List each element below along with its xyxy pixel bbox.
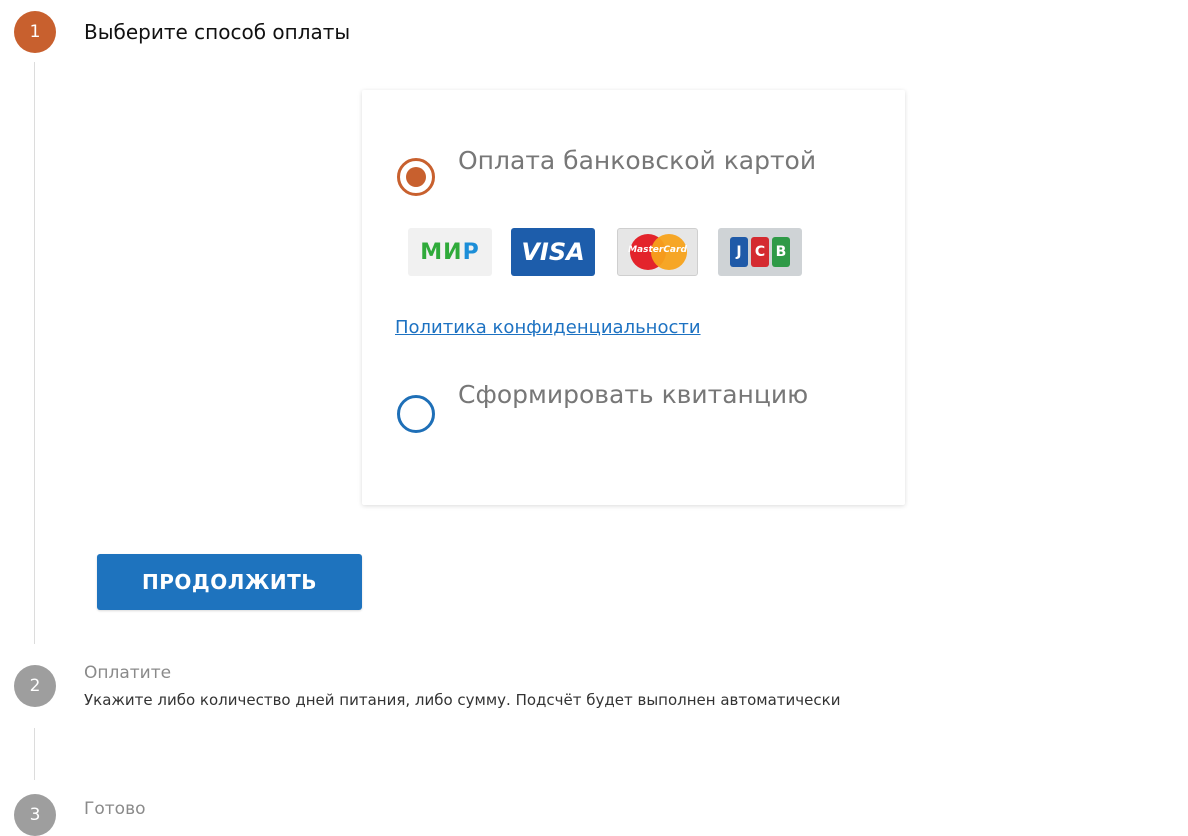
visa-logo-text: VISA: [521, 238, 585, 266]
step-connector-line: [34, 62, 35, 644]
mastercard-circles: MasterCard: [625, 234, 691, 270]
mastercard-logo-text: MasterCard: [628, 245, 687, 255]
mastercard-logo: MasterCard: [617, 228, 698, 276]
jcb-j-segment: J: [730, 237, 748, 267]
receipt-radio[interactable]: [397, 395, 435, 433]
mir-logo-tail: Р: [462, 239, 480, 265]
mir-logo: МИ Р: [408, 228, 492, 276]
step-connector-line: [34, 728, 35, 780]
step-2-description: Укажите либо количество дней питания, ли…: [84, 691, 841, 709]
step-3-indicator: 3: [14, 794, 56, 836]
receipt-option-label[interactable]: Сформировать квитанцию: [458, 378, 818, 412]
mir-logo-text: МИ: [420, 239, 463, 265]
step-3-title: Готово: [84, 799, 146, 819]
visa-logo: VISA: [511, 228, 595, 276]
bank-card-radio[interactable]: [397, 158, 435, 196]
payment-method-card: Оплата банковской картой МИ Р VISA Master…: [362, 90, 905, 505]
continue-button[interactable]: ПРОДОЛЖИТЬ: [97, 554, 362, 610]
step-2-indicator: 2: [14, 665, 56, 707]
jcb-c-segment: C: [751, 237, 769, 267]
jcb-b-segment: B: [772, 237, 790, 267]
jcb-logo: J C B: [718, 228, 802, 276]
radio-selected-dot: [406, 167, 426, 187]
step-1-indicator: 1: [14, 11, 56, 53]
step-2-title: Оплатите: [84, 663, 172, 683]
step-1-title: Выберите способ оплаты: [84, 20, 351, 44]
privacy-policy-link[interactable]: Политика конфиденциальности: [395, 317, 701, 338]
bank-card-option-label[interactable]: Оплата банковской картой: [458, 144, 818, 178]
